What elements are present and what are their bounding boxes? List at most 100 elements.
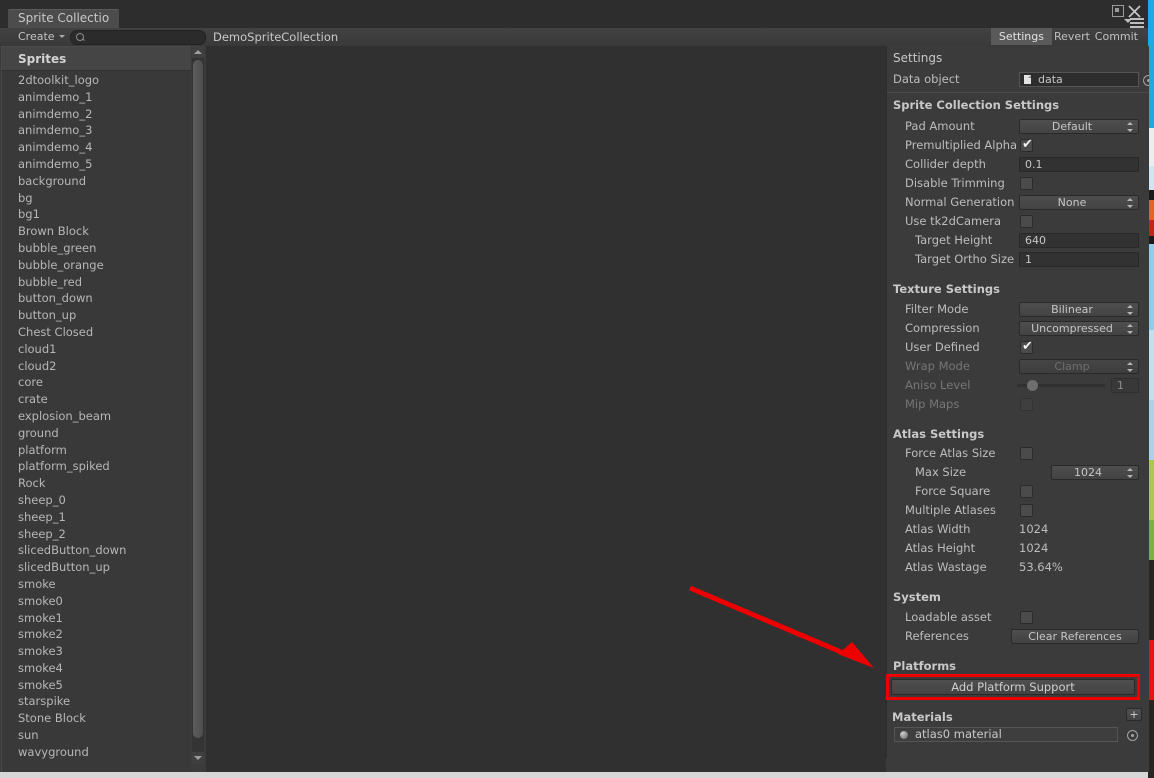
loadable-asset-checkbox[interactable] <box>1020 611 1033 624</box>
disable-trimming-checkbox[interactable] <box>1020 177 1033 190</box>
multiple-atlases-label: Multiple Atlases <box>905 503 996 517</box>
list-item[interactable]: smoke <box>2 576 191 593</box>
list-item[interactable]: animdemo_5 <box>2 156 191 173</box>
row-pad-amount: Pad Amount Default <box>887 117 1149 136</box>
normal-generation-label: Normal Generation <box>905 195 1015 209</box>
list-item[interactable]: bg <box>2 190 191 207</box>
sprites-list-frame: Sprites 2dtoolkit_logo animdemo_1 animdemo… <box>1 46 191 773</box>
list-item[interactable]: slicedButton_up <box>2 559 191 576</box>
search-icon <box>76 33 84 41</box>
close-icon[interactable] <box>1128 5 1141 18</box>
list-item[interactable]: animdemo_2 <box>2 106 191 123</box>
compression-value: Uncompressed <box>1031 322 1113 335</box>
list-item[interactable]: animdemo_1 <box>2 89 191 106</box>
list-item[interactable]: smoke2 <box>2 626 191 643</box>
use-tk2dcamera-checkbox[interactable] <box>1020 215 1033 228</box>
list-item[interactable]: starspike <box>2 693 191 710</box>
premultiplied-alpha-checkbox[interactable] <box>1020 137 1034 153</box>
collider-depth-input[interactable]: 0.1 <box>1019 157 1139 172</box>
atlas-wastage-value: 53.64% <box>1019 560 1063 574</box>
filter-mode-dropdown[interactable]: Bilinear <box>1019 302 1139 317</box>
sprite-preview-canvas[interactable] <box>206 46 886 772</box>
create-button[interactable]: Create <box>10 28 71 45</box>
search-field[interactable] <box>70 30 206 46</box>
divider <box>887 92 1149 93</box>
target-ortho-size-input[interactable]: 1 <box>1019 252 1139 267</box>
row-mip-maps: Mip Maps <box>887 395 1149 414</box>
list-item[interactable]: smoke1 <box>2 610 191 627</box>
list-item[interactable]: bubble_red <box>2 274 191 291</box>
list-item[interactable]: bubble_green <box>2 240 191 257</box>
list-item[interactable]: button_up <box>2 307 191 324</box>
add-platform-support-button[interactable]: Add Platform Support <box>891 679 1135 695</box>
row-force-square: Force Square <box>887 482 1149 501</box>
list-item[interactable]: smoke3 <box>2 643 191 660</box>
list-item[interactable]: Chest Closed <box>2 324 191 341</box>
normal-generation-dropdown[interactable]: None <box>1019 195 1139 210</box>
clear-references-button[interactable]: Clear References <box>1011 629 1139 644</box>
list-item[interactable]: crate <box>2 391 191 408</box>
list-item[interactable]: cloud1 <box>2 341 191 358</box>
max-size-dropdown[interactable]: 1024 <box>1051 465 1139 480</box>
row-collider-depth: Collider depth 0.1 <box>887 155 1149 174</box>
list-item[interactable]: background <box>2 173 191 190</box>
triangle-down-icon[interactable] <box>192 752 204 764</box>
list-item[interactable]: smoke0 <box>2 593 191 610</box>
triangle-up-icon[interactable] <box>192 46 204 58</box>
force-atlas-size-checkbox[interactable] <box>1020 447 1033 460</box>
user-defined-label: User Defined <box>905 340 980 354</box>
list-item[interactable]: core <box>2 374 191 391</box>
list-item[interactable]: slicedButton_down <box>2 542 191 559</box>
document-icon <box>1024 75 1031 84</box>
object-picker-icon[interactable] <box>1127 730 1138 741</box>
hamburger-menu-icon[interactable] <box>1124 18 1144 28</box>
target-height-input[interactable]: 640 <box>1019 233 1139 248</box>
sprites-scrollbar[interactable] <box>191 46 205 772</box>
tab-settings[interactable]: Settings <box>990 28 1052 45</box>
list-item[interactable]: explosion_beam <box>2 408 191 425</box>
list-item[interactable]: wavyground <box>2 744 191 761</box>
list-item[interactable]: Rock <box>2 475 191 492</box>
list-item[interactable]: bubble_orange <box>2 257 191 274</box>
list-item[interactable]: bg1 <box>2 206 191 223</box>
list-item[interactable]: 2dtoolkit_logo <box>2 72 191 89</box>
list-item[interactable]: cloud2 <box>2 358 191 375</box>
commit-button[interactable]: Commit <box>1087 28 1146 45</box>
row-references: References Clear References <box>887 627 1149 646</box>
wrap-mode-value: Clamp <box>1054 360 1090 373</box>
scrollbar-thumb[interactable] <box>193 60 203 738</box>
force-square-checkbox[interactable] <box>1020 485 1033 498</box>
compression-dropdown[interactable]: Uncompressed <box>1019 321 1139 336</box>
maximize-icon[interactable] <box>1112 5 1124 17</box>
list-item[interactable]: smoke4 <box>2 660 191 677</box>
sprites-list[interactable]: 2dtoolkit_logo animdemo_1 animdemo_2 animde… <box>2 72 191 772</box>
aniso-level-slider <box>1017 380 1105 391</box>
list-item[interactable]: animdemo_3 <box>2 122 191 139</box>
list-item[interactable]: smoke5 <box>2 677 191 694</box>
row-force-atlas-size: Force Atlas Size <box>887 444 1149 463</box>
data-object-field[interactable]: data <box>1019 72 1139 87</box>
row-max-size: Max Size 1024 <box>887 463 1149 482</box>
row-aniso-level: Aniso Level 1 <box>887 376 1149 395</box>
pad-amount-dropdown[interactable]: Default <box>1019 119 1139 134</box>
list-item[interactable]: Brown Block <box>2 223 191 240</box>
list-item[interactable]: sheep_0 <box>2 492 191 509</box>
list-item[interactable]: platform <box>2 442 191 459</box>
list-item[interactable]: sheep_1 <box>2 509 191 526</box>
material-entry-field[interactable]: atlas0 material <box>894 727 1118 742</box>
add-material-button[interactable]: + <box>1126 708 1142 721</box>
chevron-down-icon <box>58 35 65 38</box>
list-item[interactable]: platform_spiked <box>2 458 191 475</box>
list-item[interactable]: Stone Block <box>2 710 191 727</box>
list-item[interactable]: sun <box>2 727 191 744</box>
tab-sprite-collection[interactable]: Sprite Collectio <box>8 9 120 28</box>
list-item[interactable]: animdemo_4 <box>2 139 191 156</box>
list-item[interactable]: ground <box>2 425 191 442</box>
list-item[interactable]: sheep_2 <box>2 526 191 543</box>
multiple-atlases-checkbox[interactable] <box>1020 504 1033 517</box>
list-item[interactable]: button_down <box>2 290 191 307</box>
user-defined-checkbox[interactable] <box>1020 339 1034 355</box>
object-picker-icon[interactable] <box>1143 75 1149 86</box>
collider-depth-label: Collider depth <box>905 157 986 171</box>
search-input[interactable] <box>89 31 201 46</box>
